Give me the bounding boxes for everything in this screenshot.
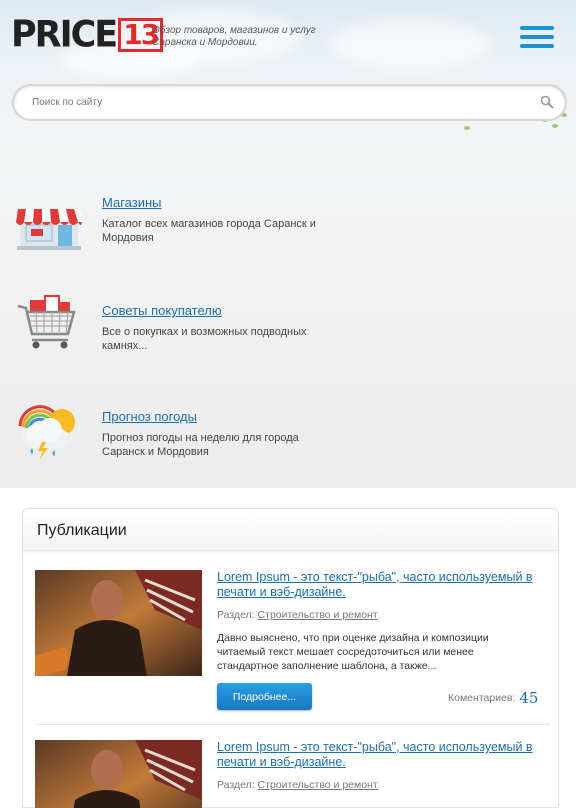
section-label: Раздел:: [217, 609, 255, 621]
feature-shops: Магазины Каталог всех магазинов города С…: [14, 195, 344, 265]
feature-buyer-tips: Советы покупателю Все о покупках и возмо…: [14, 295, 344, 373]
read-more-button[interactable]: Подробнее...: [217, 683, 312, 710]
publication-title-link[interactable]: Lorem Ipsum - это текст-"рыба", часто ис…: [217, 740, 547, 770]
publications-title: Публикации: [37, 522, 127, 539]
comments-number: 45: [519, 689, 539, 707]
publication-divider: [35, 724, 550, 725]
publication-item: Lorem Ipsum - это текст-"рыба", часто ис…: [35, 570, 550, 720]
search-input[interactable]: [32, 94, 522, 111]
comments-count: Коментариев: 45: [448, 689, 538, 707]
weather-icon: [18, 405, 75, 460]
publications-header: Публикации: [23, 509, 558, 551]
feature-description: Каталог всех магазинов города Саранск и …: [102, 218, 316, 244]
section-link[interactable]: Строительство и ремонт: [258, 779, 378, 791]
publication-thumbnail[interactable]: [35, 740, 202, 808]
publication-section: Раздел: Строительство и ремонт: [217, 609, 378, 621]
section-link[interactable]: Строительство и ремонт: [258, 609, 378, 621]
publication-section: Раздел: Строительство и ремонт: [217, 779, 378, 791]
search-icon[interactable]: [540, 95, 554, 109]
publication-item: Lorem Ipsum - это текст-"рыба", часто ис…: [35, 740, 550, 808]
feature-link-shops[interactable]: Магазины: [102, 195, 162, 210]
site-logo[interactable]: PRICE 13: [11, 14, 164, 57]
search-bar: [12, 84, 567, 121]
site-tagline: Обзор товаров, магазинов и услуг Саранск…: [152, 25, 316, 48]
feature-weather: Прогноз погоды Прогноз погоды на неделю …: [14, 405, 344, 479]
feature-link-weather[interactable]: Прогноз погоды: [102, 409, 197, 424]
feature-description: Все о покупках и возможных подводных кам…: [102, 326, 307, 352]
shop-icon: [16, 209, 82, 250]
publication-thumbnail[interactable]: [35, 570, 202, 676]
hamburger-menu-icon[interactable]: [520, 26, 554, 50]
feature-description: Прогноз погоды на неделю для города Сара…: [102, 432, 299, 458]
comments-label: Коментариев:: [448, 692, 516, 704]
shopping-cart-icon: [17, 295, 76, 349]
publication-excerpt: Давно выяснено, что при оценке дизайна и…: [217, 632, 489, 672]
publication-title-link[interactable]: Lorem Ipsum - это текст-"рыба", часто ис…: [217, 570, 547, 600]
feature-link-buyer-tips[interactable]: Советы покупателю: [102, 303, 222, 318]
logo-text: PRICE: [11, 14, 118, 57]
section-label: Раздел:: [217, 779, 255, 791]
